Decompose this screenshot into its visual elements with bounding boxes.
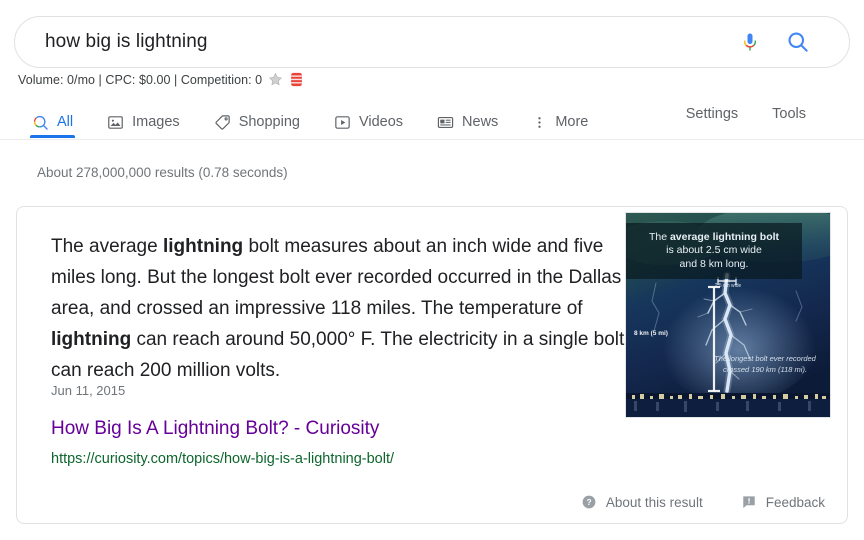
feedback-label: Feedback xyxy=(765,494,825,510)
search-input[interactable] xyxy=(43,30,733,54)
image-icon xyxy=(107,114,124,131)
snippet-part-1: The average xyxy=(51,236,163,257)
snippet-part-3: can reach around 50,000° F. The electric… xyxy=(51,329,625,381)
result-url[interactable]: https://curiosity.com/topics/how-big-is-… xyxy=(51,451,394,467)
search-bar[interactable] xyxy=(14,16,850,68)
search-icon xyxy=(32,114,49,131)
thumbnail-height-label: 8 km (5 mi) xyxy=(634,330,668,337)
about-this-result-label: About this result xyxy=(605,494,703,510)
snippet-bold-1: lightning xyxy=(162,236,244,257)
tab-label: News xyxy=(462,114,499,131)
tag-icon xyxy=(214,114,231,131)
snippet-date: Jun 11, 2015 xyxy=(51,383,126,398)
search-nav-tabs: All Images Shopping Videos News More Set… xyxy=(0,96,864,140)
news-icon xyxy=(437,114,454,131)
tab-label: Images xyxy=(132,114,180,131)
tab-images[interactable]: Images xyxy=(107,96,180,138)
card-footer: ? About this result Feedback xyxy=(17,481,847,523)
tab-all[interactable]: All xyxy=(29,96,76,138)
thumbnail-width-label: 2.5 cm wide xyxy=(714,283,742,289)
tab-label: All xyxy=(57,114,74,131)
feedback-button[interactable]: Feedback xyxy=(741,494,825,510)
tab-label: Shopping xyxy=(238,114,300,131)
tab-shopping[interactable]: Shopping xyxy=(214,96,300,138)
question-circle-icon: ? xyxy=(581,494,597,510)
results-count-text: About 278,000,000 results (0.78 seconds) xyxy=(37,165,288,180)
svg-text:?: ? xyxy=(586,497,591,507)
featured-snippet-card: The average lightning bolt measures abou… xyxy=(16,206,848,524)
snippet-bold-2: lightning xyxy=(51,329,132,350)
keyword-metrics-text: Volume: 0/mo | CPC: $0.00 | Competition:… xyxy=(18,72,263,87)
settings-link[interactable]: Settings xyxy=(686,107,738,122)
feedback-flag-icon xyxy=(741,494,757,510)
caption-line-3: and 8 km long. xyxy=(679,257,749,270)
tab-label: More xyxy=(555,114,589,131)
star-icon[interactable] xyxy=(268,72,283,87)
caption-line-1-bold: average lightning bolt xyxy=(669,230,780,243)
thumbnail-caption-box: The average lightning bolt is about 2.5 … xyxy=(626,223,802,279)
featured-snippet-text: The average lightning bolt measures abou… xyxy=(51,231,631,386)
result-title-link[interactable]: How Big Is A Lightning Bolt? - Curiosity xyxy=(51,418,379,440)
tab-more[interactable]: More xyxy=(532,96,588,138)
microphone-icon[interactable] xyxy=(733,25,767,59)
footnote-line-1: The longest bolt ever recorded xyxy=(714,354,816,363)
keyword-metrics-row: Volume: 0/mo | CPC: $0.00 | Competition:… xyxy=(18,72,303,87)
tab-videos[interactable]: Videos xyxy=(334,96,403,138)
search-bar-container xyxy=(14,16,850,68)
tab-news[interactable]: News xyxy=(437,96,498,138)
nav-right-links: Settings Tools xyxy=(652,96,864,122)
caption-line-1-normal: The xyxy=(648,230,670,243)
thumbnail-footnote: The longest bolt ever recorded crossed 1… xyxy=(710,353,820,375)
video-icon xyxy=(334,114,351,131)
caption-line-2: is about 2.5 cm wide xyxy=(666,244,762,257)
lightning-infographic-thumbnail[interactable]: The average lightning bolt is about 2.5 … xyxy=(625,212,831,418)
more-vertical-icon xyxy=(532,114,547,131)
database-barrel-icon[interactable] xyxy=(290,72,303,87)
tab-label: Videos xyxy=(358,114,404,131)
caption-line-1: The average lightning bolt xyxy=(649,231,779,245)
tools-link[interactable]: Tools xyxy=(772,107,806,122)
google-search-results-page: Volume: 0/mo | CPC: $0.00 | Competition:… xyxy=(0,0,864,540)
footnote-line-2: crossed 190 km (118 mi). xyxy=(722,365,808,374)
about-this-result-button[interactable]: ? About this result xyxy=(581,494,703,510)
search-submit-icon[interactable] xyxy=(781,25,815,59)
